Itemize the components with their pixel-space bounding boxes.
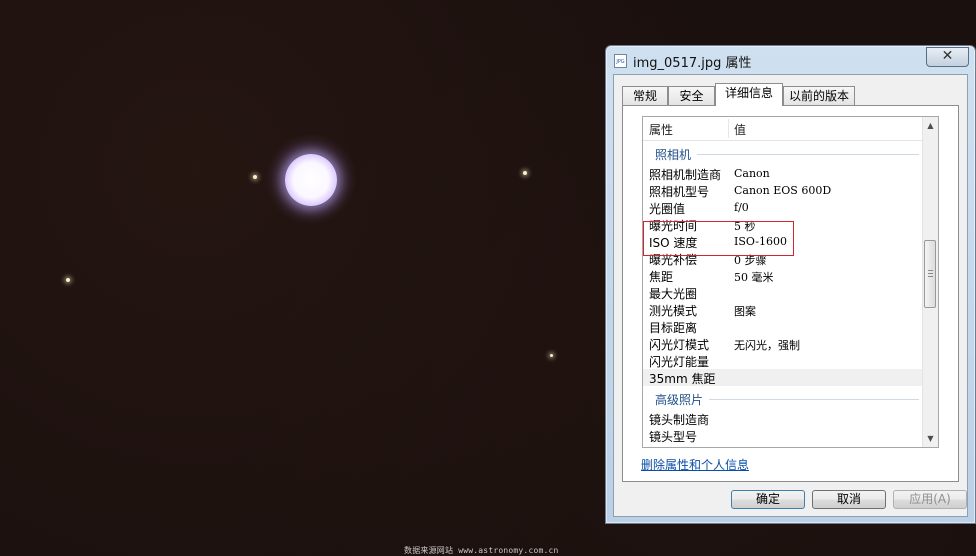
- column-header-property[interactable]: 属性: [649, 121, 673, 138]
- tab-details[interactable]: 详细信息: [715, 83, 783, 106]
- property-name: 焦距: [649, 270, 674, 284]
- close-icon: ✕: [941, 48, 954, 64]
- properties-dialog: JPG img_0517.jpg 属性 ✕ 常规 安全 详细信息 以前的版本 属…: [605, 45, 976, 524]
- property-name: 照相机型号: [649, 185, 710, 199]
- apply-button[interactable]: 应用(A): [893, 490, 967, 509]
- star: [253, 175, 257, 179]
- property-name: 镜头型号: [649, 430, 698, 444]
- property-name: 目标距离: [649, 321, 698, 335]
- scroll-up-arrow-icon[interactable]: ▲: [923, 117, 938, 134]
- property-value: 50 毫米: [734, 271, 774, 284]
- list-row[interactable]: 闪光灯模式 无闪光，强制: [643, 335, 923, 352]
- property-name: 照相机制造商: [649, 168, 722, 182]
- group-divider: [709, 399, 919, 400]
- ok-button[interactable]: 确定: [731, 490, 805, 509]
- window-title: img_0517.jpg 属性: [633, 56, 752, 71]
- scroll-thumb[interactable]: [924, 240, 936, 308]
- list-row-selected[interactable]: 35mm 焦距: [643, 369, 923, 386]
- jpg-file-icon: JPG: [614, 54, 627, 68]
- list-row[interactable]: 镜头制造商: [643, 410, 923, 427]
- close-button[interactable]: ✕: [926, 47, 969, 67]
- property-value: Canon EOS 600D: [734, 184, 832, 197]
- title-bar[interactable]: JPG img_0517.jpg 属性 ✕: [606, 46, 975, 74]
- property-value: Canon: [734, 167, 770, 180]
- cancel-button[interactable]: 取消: [812, 490, 886, 509]
- property-list[interactable]: 属性 值 照相机 照相机制造商 Canon 照相机型号 Canon EOS 60…: [642, 116, 939, 448]
- star: [523, 171, 527, 175]
- property-name: 测光模式: [649, 304, 698, 318]
- property-name: 35mm 焦距: [649, 372, 716, 386]
- group-divider: [697, 154, 919, 155]
- star: [66, 278, 70, 282]
- watermark: 数据来源网站 www.astronomy.com.cn: [404, 546, 559, 555]
- bright-planet: [285, 154, 337, 206]
- tab-previous-versions[interactable]: 以前的版本: [783, 86, 855, 105]
- dialog-client-area: 常规 安全 详细信息 以前的版本 属性 值 照相机 照相机制造商 Canon 照…: [613, 74, 968, 517]
- tab-general[interactable]: 常规: [622, 86, 668, 105]
- list-row[interactable]: 测光模式 图案: [643, 301, 923, 318]
- property-name: 闪光灯能量: [649, 355, 710, 369]
- tab-security[interactable]: 安全: [668, 86, 715, 105]
- vertical-scrollbar[interactable]: ▲ ▼: [922, 117, 938, 447]
- property-name: 最大光圈: [649, 287, 698, 301]
- property-value: f/0: [734, 201, 749, 214]
- remove-properties-link[interactable]: 删除属性和个人信息: [641, 456, 749, 473]
- list-row[interactable]: 闪光灯能量: [643, 352, 923, 369]
- list-row[interactable]: 最大光圈: [643, 284, 923, 301]
- exposure-iso-highlight-box: [643, 221, 794, 256]
- column-header: 属性 值: [643, 117, 923, 141]
- property-value: 无闪光，强制: [734, 339, 800, 352]
- column-header-value[interactable]: 值: [734, 121, 746, 138]
- list-row[interactable]: 目标距离: [643, 318, 923, 335]
- column-divider[interactable]: [728, 119, 729, 138]
- list-row[interactable]: 照相机制造商 Canon: [643, 165, 923, 182]
- property-name: 闪光灯模式: [649, 338, 710, 352]
- property-value: 图案: [734, 305, 756, 318]
- property-name: 镜头制造商: [649, 413, 710, 427]
- property-name: 光圈值: [649, 202, 686, 216]
- details-panel: 属性 值 照相机 照相机制造商 Canon 照相机型号 Canon EOS 60…: [622, 105, 959, 482]
- scroll-down-arrow-icon[interactable]: ▼: [923, 430, 938, 447]
- list-row[interactable]: 焦距 50 毫米: [643, 267, 923, 284]
- star: [550, 354, 553, 357]
- scroll-grip-icon: [928, 270, 933, 278]
- list-row[interactable]: 镜头型号: [643, 427, 923, 444]
- group-heading-advanced-photo: 高级照片: [655, 393, 704, 407]
- list-row[interactable]: 照相机型号 Canon EOS 600D: [643, 182, 923, 199]
- group-heading-camera: 照相机: [655, 148, 692, 162]
- list-row[interactable]: 光圈值 f/0: [643, 199, 923, 216]
